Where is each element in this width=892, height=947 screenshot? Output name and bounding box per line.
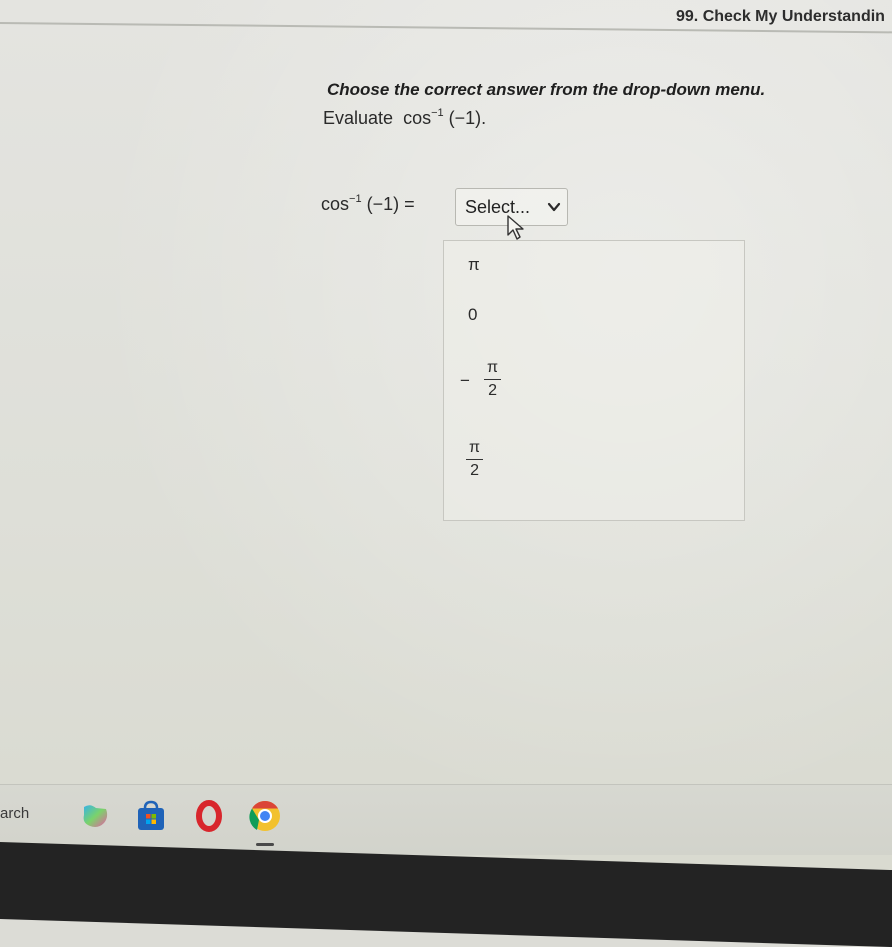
- option-zero[interactable]: 0: [468, 305, 477, 325]
- chevron-down-icon: [547, 202, 561, 212]
- answer-equation: cos−1 (−1) =: [321, 193, 415, 215]
- active-app-indicator: [256, 843, 274, 846]
- question-instructions: Choose the correct answer from the drop-…: [327, 80, 766, 99]
- screen: 99. Check My Understandin Choose the cor…: [0, 0, 892, 947]
- option-neg-pi-over-2-sign[interactable]: −: [460, 371, 470, 391]
- monitor-bezel: [0, 842, 892, 947]
- evaluate-label: Evaluate: [323, 108, 394, 128]
- option-neg-pi-over-2[interactable]: π 2: [484, 359, 502, 400]
- office-icon[interactable]: [192, 799, 226, 833]
- fraction-numerator: π: [484, 359, 502, 380]
- equation-func: cos: [321, 194, 350, 214]
- equation-rest: (−1) =: [366, 194, 415, 214]
- microsoft-store-icon[interactable]: [134, 799, 168, 833]
- page-title: 99. Check My Understandin: [676, 8, 885, 25]
- chrome-icon[interactable]: [248, 799, 282, 833]
- expression: cos−1 (−1).: [403, 107, 487, 128]
- taskbar: arch: [0, 784, 892, 855]
- fraction-denominator: 2: [488, 382, 497, 399]
- copilot-icon[interactable]: [78, 799, 112, 833]
- fraction-numerator: π: [466, 439, 484, 460]
- expression-func: cos: [403, 108, 432, 128]
- mouse-cursor-icon: [507, 215, 524, 240]
- fraction-denominator: 2: [470, 462, 479, 479]
- taskbar-search[interactable]: arch: [0, 805, 29, 822]
- expression-argument: (−1).: [448, 108, 487, 128]
- select-dropdown-menu: π 0 − π 2 π 2: [443, 240, 745, 521]
- question-prompt: Evaluate cos−1 (−1).: [323, 107, 487, 129]
- equation-superscript: −1: [349, 193, 362, 205]
- expression-superscript: −1: [431, 107, 444, 119]
- option-pi[interactable]: π: [468, 255, 480, 275]
- option-pi-over-2[interactable]: π 2: [466, 439, 484, 480]
